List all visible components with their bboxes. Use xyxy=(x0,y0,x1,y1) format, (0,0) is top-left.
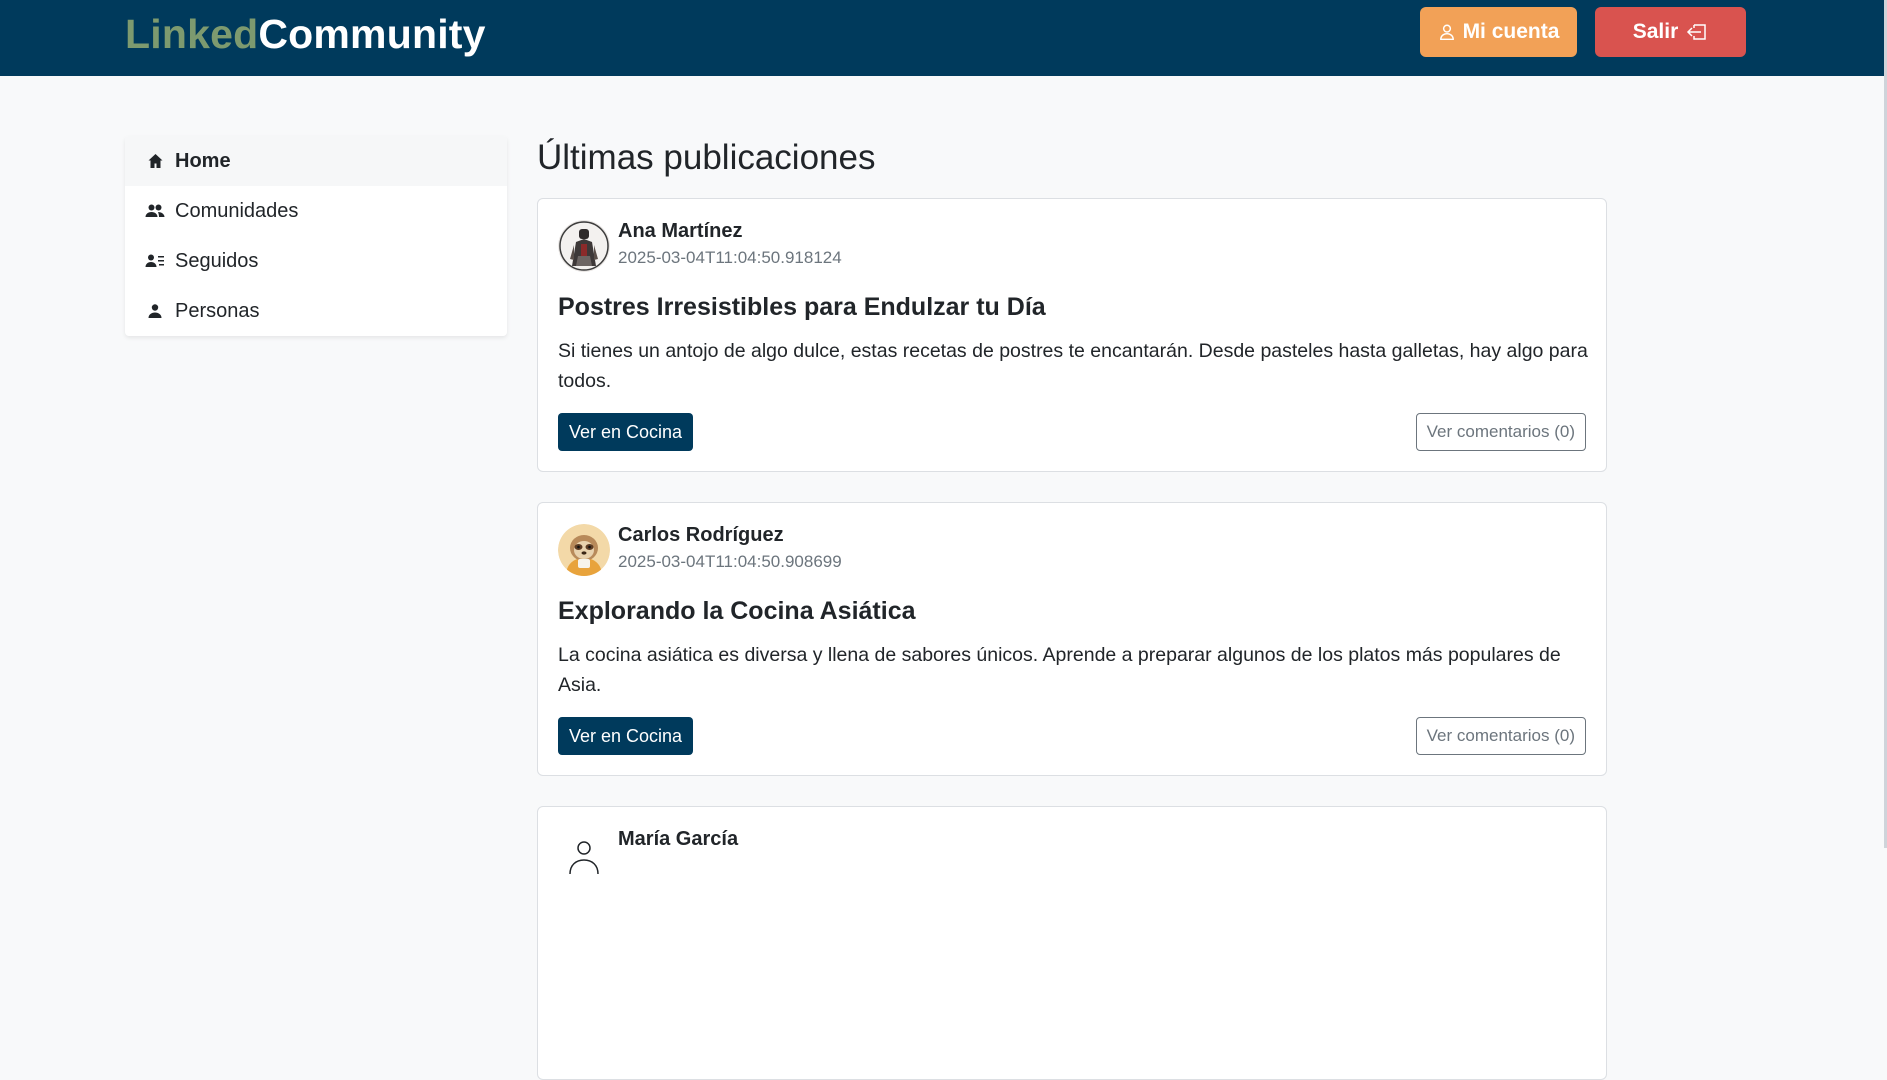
users-icon xyxy=(145,201,165,221)
sidebar-item-label: Seguidos xyxy=(175,249,259,272)
view-comments-button[interactable]: Ver comentarios (0) xyxy=(1415,717,1586,755)
avatar[interactable] xyxy=(558,828,610,880)
post-card: Carlos Rodríguez 2025-03-04T11:04:50.908… xyxy=(537,502,1607,776)
sidebar-item-label: Comunidades xyxy=(175,199,299,222)
sidebar-item-personas[interactable]: Personas xyxy=(125,286,507,336)
brand-part-community: Community xyxy=(258,11,486,57)
author-name[interactable]: Carlos Rodríguez xyxy=(618,522,784,548)
sidebar-item-seguidos[interactable]: Seguidos xyxy=(125,236,507,286)
user-icon xyxy=(145,301,165,321)
page-title: Últimas publicaciones xyxy=(537,138,876,177)
sidebar-item-label: Personas xyxy=(175,299,260,322)
author-name[interactable]: María García xyxy=(618,826,738,852)
sidebar-menu: Home Comunidades Seguidos Personas xyxy=(125,136,507,336)
logout-button[interactable]: Salir xyxy=(1595,7,1746,57)
sidebar-item-label: Home xyxy=(175,149,231,172)
view-in-community-button[interactable]: Ver en Cocina xyxy=(558,717,694,755)
avatar[interactable] xyxy=(558,220,610,272)
sidebar-item-home[interactable]: Home xyxy=(125,136,507,186)
view-comments-button[interactable]: Ver comentarios (0) xyxy=(1415,413,1586,451)
post-card: María García xyxy=(537,806,1607,1080)
post-timestamp: 2025-03-04T11:04:50.918124 xyxy=(618,248,842,267)
avatar[interactable] xyxy=(558,524,610,576)
author-name[interactable]: Ana Martínez xyxy=(618,218,742,244)
box-arrow-left-icon xyxy=(1686,22,1708,42)
post-card: Ana Martínez 2025-03-04T11:04:50.918124 … xyxy=(537,198,1607,472)
brand-logo[interactable]: LinkedCommunity xyxy=(125,8,486,60)
post-body: Si tienes un antojo de algo dulce, estas… xyxy=(558,340,1588,392)
brand-part-linked: Linked xyxy=(125,11,259,57)
post-title: Explorando la Cocina Asiática xyxy=(558,597,916,625)
post-body: La cocina asiática es diversa y llena de… xyxy=(558,644,1561,696)
post-title: Postres Irresistibles para Endulzar tu D… xyxy=(558,293,1046,321)
my-account-label: Mi cuenta xyxy=(1462,20,1560,43)
post-timestamp: 2025-03-04T11:04:50.908699 xyxy=(618,552,842,571)
person-icon xyxy=(1438,23,1456,41)
sidebar-item-comunidades[interactable]: Comunidades xyxy=(125,186,507,236)
my-account-button[interactable]: Mi cuenta xyxy=(1420,7,1577,57)
house-icon xyxy=(145,151,165,171)
view-in-community-button[interactable]: Ver en Cocina xyxy=(558,413,694,451)
logout-label: Salir xyxy=(1632,20,1679,43)
top-navbar: LinkedCommunity Mi cuenta Salir xyxy=(0,0,1887,76)
user-list-icon xyxy=(145,251,165,271)
